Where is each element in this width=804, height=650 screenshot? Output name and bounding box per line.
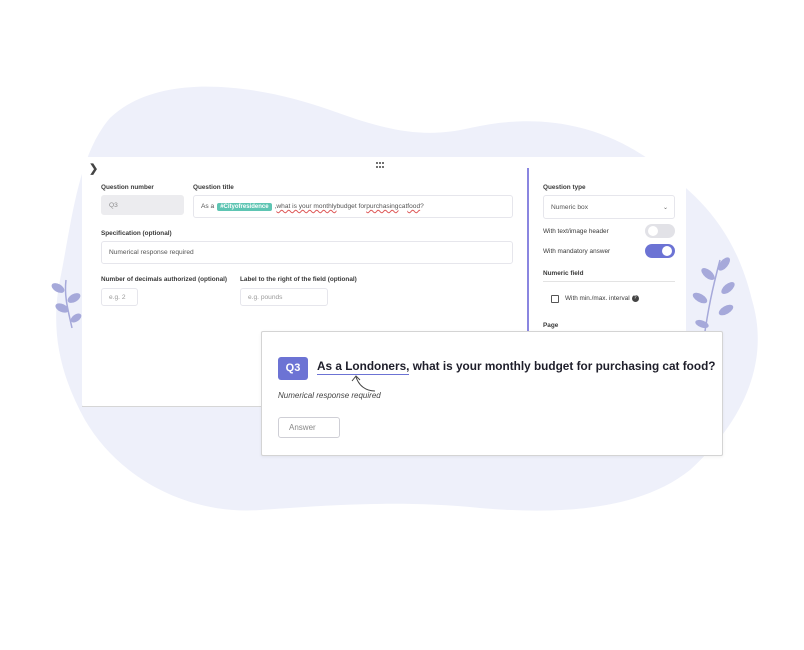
question-number-field: Q3 [101,195,184,215]
piped-value: As a Londoners, [317,359,410,375]
chevron-down-icon: ⌄ [662,204,668,211]
question-title-field[interactable]: As a #Cityofresidence , what is your mon… [193,195,513,218]
minmax-label-text: With min./max. interval [565,295,630,303]
title-text: food [407,203,421,210]
numeric-field-label: Numeric field [543,270,584,277]
mandatory-toggle[interactable] [645,244,675,258]
question-type-value: Numeric box [551,203,589,211]
drag-handle-icon[interactable] [375,161,385,169]
question-type-select[interactable]: Numeric box ⌄ [543,195,675,219]
title-text: what is your monthly [276,203,337,210]
minmax-label: With min./max. interval? [565,295,639,302]
specification-label: Specification (optional) [101,230,172,237]
with-header-toggle[interactable] [645,224,675,238]
question-number-label: Question number [101,184,154,191]
minmax-checkbox[interactable] [551,295,559,303]
question-preview: Q3 As a Londoners, what is your monthly … [261,331,723,456]
editor-bottom-divider [82,406,262,407]
title-prefix: As a [201,203,215,210]
question-type-label: Question type [543,184,586,191]
page-label: Page [543,322,559,329]
collapse-chevron-icon[interactable]: ❯ [89,162,98,175]
mandatory-label: With mandatory answer [543,248,611,255]
question-title-label: Question title [193,184,234,191]
decimals-placeholder: e.g. 2 [109,293,126,301]
title-text: purchasing [366,203,399,210]
title-text: cat [398,203,408,210]
decimals-label: Number of decimals authorized (optional) [101,276,228,283]
title-text: budget for [336,203,367,210]
piping-tag[interactable]: #Cityofresidence [217,202,272,211]
label-right-label: Label to the right of the field (optiona… [240,276,357,283]
label-right-placeholder: e.g. pounds [248,293,283,301]
title-text: ? [420,203,424,210]
decimals-input[interactable]: e.g. 2 [101,288,138,306]
divider [543,281,675,282]
leaf-right-icon [692,257,735,339]
answer-input[interactable]: Answer [278,417,340,438]
leaf-left-icon [51,279,82,329]
label-right-input[interactable]: e.g. pounds [240,288,328,306]
help-icon[interactable]: ? [631,295,639,302]
question-title-preview: As a Londoners, what is your monthly bud… [317,359,716,375]
specification-preview: Numerical response required [278,391,381,400]
with-header-label: With text/image header [543,228,609,235]
specification-field[interactable]: Numerical response required [101,241,513,264]
question-number-badge: Q3 [278,357,308,380]
question-title-rest: what is your monthly budget for purchasi… [409,359,716,373]
